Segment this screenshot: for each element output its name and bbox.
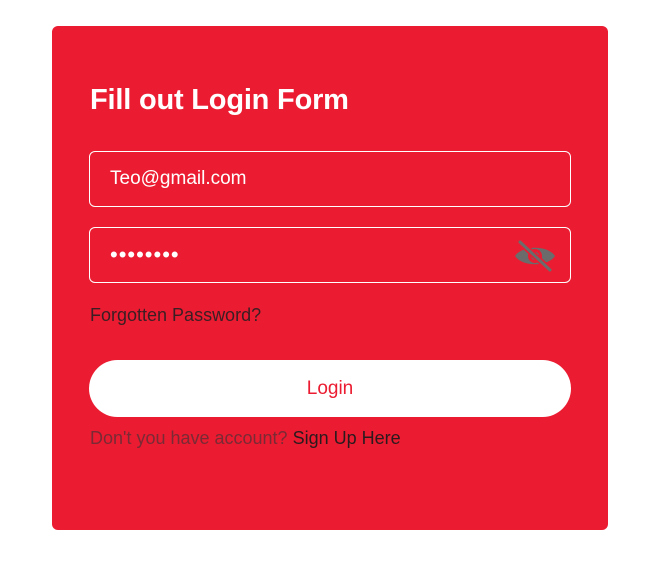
- signup-line: Don't you have account? Sign Up Here: [90, 428, 401, 449]
- forgot-password-link[interactable]: Forgotten Password?: [90, 305, 261, 326]
- password-field-wrapper: [89, 227, 571, 283]
- email-input[interactable]: [90, 152, 570, 206]
- form-title: Fill out Login Form: [90, 84, 349, 116]
- email-field-wrapper: [89, 151, 571, 207]
- eye-slash-icon[interactable]: [512, 237, 558, 275]
- signup-link[interactable]: Sign Up Here: [293, 428, 401, 448]
- signup-prompt: Don't you have account?: [90, 428, 288, 448]
- password-input[interactable]: [90, 228, 570, 282]
- login-button[interactable]: Login: [89, 360, 571, 417]
- login-card: Fill out Login Form Forgotten Password? …: [52, 26, 608, 530]
